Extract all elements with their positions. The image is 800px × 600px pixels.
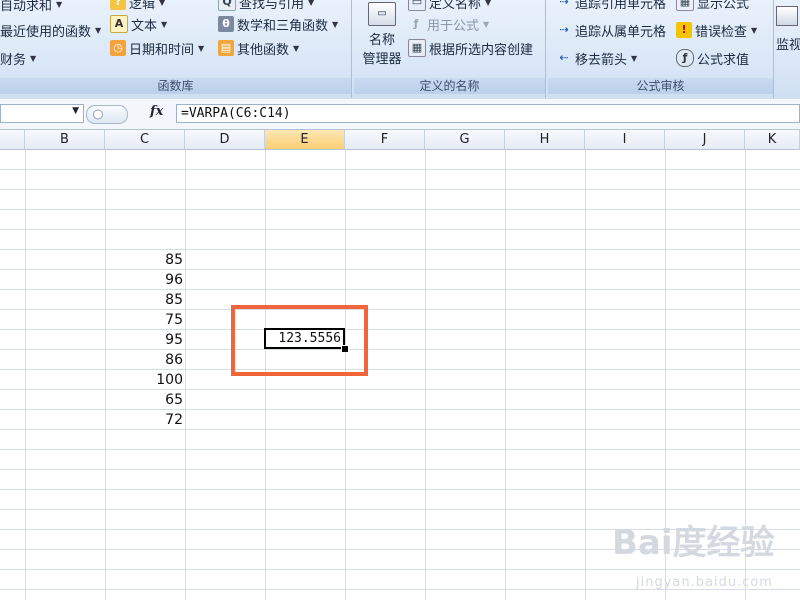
watermark-brand: Bai度经验 [612,523,775,563]
chevron-down-icon: ▼ [159,0,166,7]
show-formulas-button[interactable]: ▦ 显示公式 [676,0,749,12]
chevron-down-icon: ▼ [631,53,638,63]
formula-auditing-label: 公式审核 [548,78,773,94]
create-from-selection-icon: ▦ [408,39,426,57]
chevron-down-icon: ▼ [751,25,758,35]
watermark-site: jingyan.baidu.com [636,575,773,590]
chevron-down-icon: ▼ [198,43,205,53]
lookup-icon: Q [218,0,236,11]
cell-c12[interactable]: 100 [106,370,183,390]
column-header-h[interactable]: H [505,130,585,150]
watch-window-icon [776,6,798,26]
column-header-e[interactable]: E [265,130,345,150]
column-header-b[interactable]: B [25,130,105,150]
select-all-corner[interactable] [0,130,25,150]
name-box[interactable]: ▼ [0,104,84,123]
ribbon: 自动求和 ▼ 最近使用的函数 ▼ 财务 ▼ ? 逻辑 ▼ A 文本 ▼ ◷ 日期和时间 ▼ … [0,0,800,100]
baidu-watermark: Bai度经验 jingyan.baidu.com [612,515,792,595]
insert-function-button[interactable]: fx [150,104,163,119]
splitter-grip-icon [93,109,103,120]
formula-input[interactable]: =VARPA(C6:C14) [176,104,800,123]
chevron-down-icon: ▼ [56,0,63,9]
define-name-icon: ▭ [408,0,426,11]
logical-icon: ? [110,0,126,10]
create-from-selection-button[interactable]: ▦ 根据所选内容创建 [408,38,533,58]
financial-button[interactable]: 财务 ▼ [0,48,36,68]
column-header-c[interactable]: C [105,130,185,150]
use-in-formula-button[interactable]: ƒ 用于公式 ▼ [408,14,490,34]
formula-bar-splitter[interactable] [86,105,128,124]
cell-c13[interactable]: 65 [106,390,183,410]
remove-arrows-button[interactable]: ⇠ 移去箭头 ▼ [556,48,637,68]
column-header-g[interactable]: G [425,130,505,150]
math-trig-button[interactable]: θ 数学和三角函数 ▼ [218,14,338,34]
function-library-group: 自动求和 ▼ 最近使用的函数 ▼ 财务 ▼ ? 逻辑 ▼ A 文本 ▼ ◷ 日期和时间 ▼ … [0,0,352,98]
more-functions-button[interactable]: ▤ 其他函数 ▼ [218,38,299,58]
evaluate-formula-icon: ƒ [676,49,694,67]
trace-dependents-button[interactable]: ⇢ 追踪从属单元格 [556,20,666,40]
math-icon: θ [218,16,234,32]
cell-c11[interactable]: 86 [106,350,183,370]
evaluate-formula-button[interactable]: ƒ 公式求值 [676,48,749,68]
remove-arrows-icon: ⇠ [559,51,569,64]
chevron-down-icon: ▼ [30,53,37,63]
logical-button[interactable]: ? 逻辑 ▼ [110,0,165,12]
chevron-down-icon[interactable]: ▼ [72,106,79,116]
cell-c8[interactable]: 85 [106,290,183,310]
chevron-down-icon: ▼ [308,0,315,7]
chevron-down-icon: ▼ [95,25,102,35]
column-header-i[interactable]: I [585,130,665,150]
formula-bar-controls: fx [86,104,174,124]
name-manager-icon: ▭ [368,2,396,26]
use-in-formula-icon: ƒ [413,17,419,30]
name-manager-button[interactable]: ▭ 名称 管理器 [360,0,404,67]
column-header-j[interactable]: J [665,130,745,150]
column-header-k[interactable]: K [745,130,800,150]
chevron-down-icon: ▼ [293,43,300,53]
text-icon: A [110,15,128,33]
chevron-down-icon: ▼ [161,19,168,29]
define-name-button[interactable]: ▭ 定义名称 ▼ [408,0,491,12]
clock-icon: ◷ [110,40,126,56]
annotation-highlight-box [231,305,368,376]
defined-names-label: 定义的名称 [354,78,545,94]
cell-c10[interactable]: 95 [106,330,183,350]
autosum-button[interactable]: 自动求和 ▼ [0,0,62,14]
cell-c7[interactable]: 96 [106,270,183,290]
show-formulas-icon: ▦ [676,0,694,11]
function-library-label: 函数库 [0,78,351,94]
trace-precedents-icon: ⇢ [559,0,569,8]
column-header-d[interactable]: D [185,130,265,150]
more-functions-icon: ▤ [218,40,234,56]
column-header-f[interactable]: F [345,130,425,150]
formula-auditing-group: ⇢ 追踪引用单元格 ⇢ 追踪从属单元格 ⇠ 移去箭头 ▼ ▦ 显示公式 ! 错误检… [548,0,774,98]
cell-c14[interactable]: 72 [106,410,183,430]
chevron-down-icon: ▼ [332,19,339,29]
chevron-down-icon: ▼ [485,0,492,7]
watch-window-button[interactable]: 监视 [776,6,800,53]
lookup-reference-button[interactable]: Q 查找与引用 ▼ [218,0,314,12]
datetime-button[interactable]: ◷ 日期和时间 ▼ [110,38,204,58]
defined-names-group: ▭ 名称 管理器 ▭ 定义名称 ▼ ƒ 用于公式 ▼ ▦ 根据所选内容创建 定义的名… [354,0,546,98]
trace-precedents-button[interactable]: ⇢ 追踪引用单元格 [556,0,666,12]
chevron-down-icon: ▼ [483,19,490,29]
trace-dependents-icon: ⇢ [559,23,569,36]
warning-icon: ! [676,22,692,38]
cell-c9[interactable]: 75 [106,310,183,330]
cell-c6[interactable]: 85 [106,250,183,270]
recent-functions-button[interactable]: 最近使用的函数 ▼ [0,20,101,40]
error-checking-button[interactable]: ! 错误检查 ▼ [676,20,757,40]
formula-bar: ▼ fx =VARPA(C6:C14) [0,99,800,130]
text-functions-button[interactable]: A 文本 ▼ [110,14,167,34]
